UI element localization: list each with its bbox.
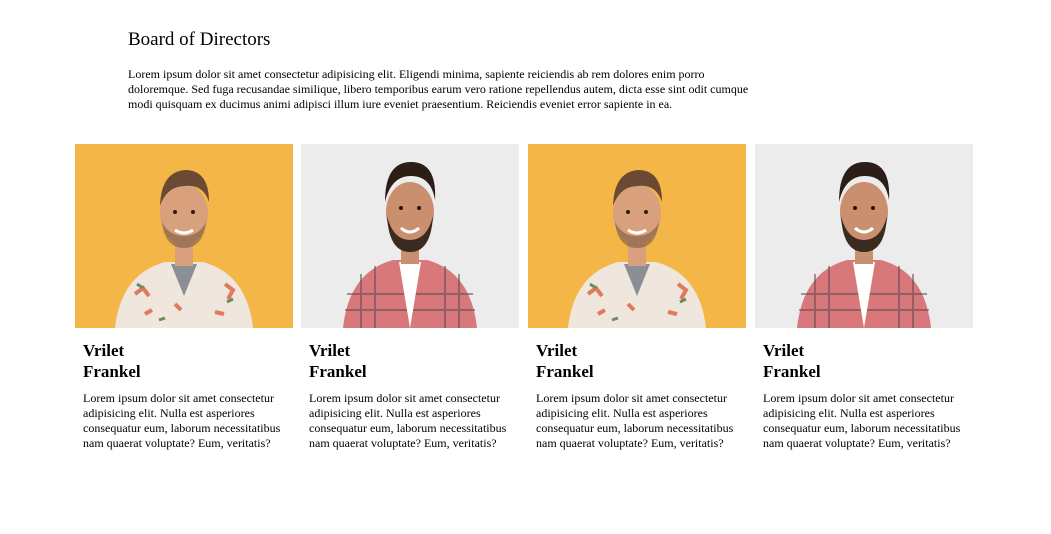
section-description: Lorem ipsum dolor sit amet consectetur a…	[128, 67, 749, 111]
director-last-name: Frankel	[763, 362, 821, 381]
director-card: Vrilet Frankel Lorem ipsum dolor sit ame…	[301, 144, 519, 451]
director-name: Vrilet Frankel	[83, 340, 285, 382]
section-title: Board of Directors	[128, 29, 271, 50]
director-first-name: Vrilet	[763, 341, 805, 360]
director-bio: Lorem ipsum dolor sit amet consectetur a…	[83, 391, 281, 450]
director-bio: Lorem ipsum dolor sit amet consectetur a…	[763, 391, 961, 450]
director-card: Vrilet Frankel Lorem ipsum dolor sit ame…	[75, 144, 293, 451]
director-card: Vrilet Frankel Lorem ipsum dolor sit ame…	[755, 144, 973, 451]
director-name: Vrilet Frankel	[309, 340, 511, 382]
directors-grid: Vrilet Frankel Lorem ipsum dolor sit ame…	[75, 144, 975, 464]
director-name: Vrilet Frankel	[536, 340, 738, 382]
director-photo	[75, 144, 293, 328]
director-last-name: Frankel	[536, 362, 594, 381]
director-photo	[301, 144, 519, 328]
director-photo	[755, 144, 973, 328]
director-card: Vrilet Frankel Lorem ipsum dolor sit ame…	[528, 144, 746, 451]
director-bio: Lorem ipsum dolor sit amet consectetur a…	[536, 391, 734, 450]
director-last-name: Frankel	[83, 362, 141, 381]
director-bio: Lorem ipsum dolor sit amet consectetur a…	[309, 391, 507, 450]
director-first-name: Vrilet	[83, 341, 125, 360]
director-photo	[528, 144, 746, 328]
board-intro: Board of Directors Lorem ipsum dolor sit…	[128, 28, 758, 112]
director-name: Vrilet Frankel	[763, 340, 965, 382]
director-first-name: Vrilet	[536, 341, 578, 360]
director-first-name: Vrilet	[309, 341, 351, 360]
director-last-name: Frankel	[309, 362, 367, 381]
